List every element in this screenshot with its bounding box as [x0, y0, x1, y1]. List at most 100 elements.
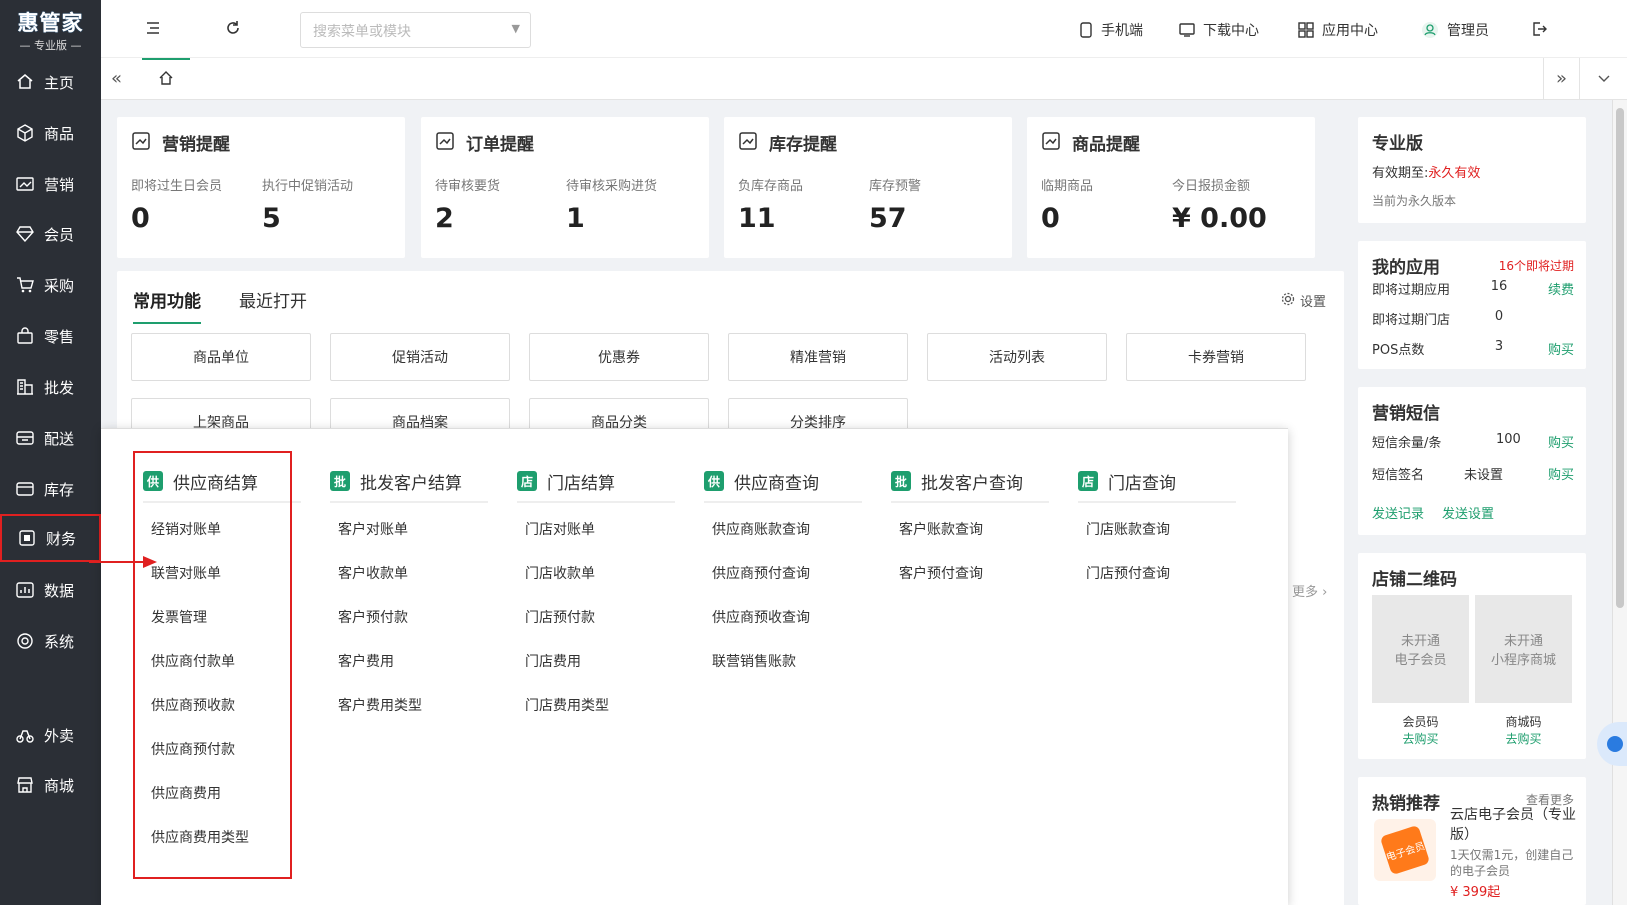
menu-group-icon: 供 [704, 471, 724, 491]
sidebar-item-label: 库存 [44, 480, 75, 499]
apps-label: 应用中心 [1322, 23, 1378, 39]
sms-settings-link[interactable]: 发送设置 [1442, 503, 1494, 522]
stat-value[interactable]: 0 [131, 203, 150, 234]
clipboard-icon [435, 131, 455, 155]
member-code-buy-link[interactable]: 去购买 [1372, 730, 1469, 747]
menu-item[interactable]: 客户费用 [330, 639, 488, 683]
menu-group: 店门店查询 门店账款查询 门店预付查询 [1078, 469, 1236, 595]
stat-value[interactable]: 1 [566, 203, 585, 234]
function-button[interactable]: 卡券营销 [1126, 333, 1306, 381]
sidebar-item-settings[interactable]: 系统 [0, 617, 101, 665]
sidebar-item-diamond[interactable]: 会员 [0, 210, 101, 258]
more-link[interactable]: 更多 › [1292, 581, 1327, 600]
member-code-label: 会员码 [1402, 715, 1439, 729]
stat-label: 待审核采购进货 [566, 179, 658, 194]
menu-item[interactable]: 门店预付款 [517, 595, 675, 639]
download-link[interactable]: 下载中心 [1179, 20, 1259, 40]
menu-item[interactable]: 客户预付查询 [891, 551, 1049, 595]
menu-group: 批批发客户结算 客户对账单 客户收款单 客户预付款 客户费用 客户费用类型 [330, 469, 488, 727]
stat-card: 库存提醒 负库存商品 11 库存预警 57 [724, 117, 1012, 258]
menu-item[interactable]: 门店账款查询 [1078, 507, 1236, 551]
stat-value[interactable]: ¥ 0.00 [1172, 203, 1267, 234]
product-image[interactable]: 电子会员 [1374, 819, 1436, 881]
menu-item[interactable]: 客户预付款 [330, 595, 488, 639]
function-button[interactable]: 精准营销 [728, 333, 908, 381]
sidebar-item-scooter[interactable]: 外卖 [0, 711, 101, 759]
sms-sign-label: 短信签名 [1372, 468, 1425, 483]
menu-item[interactable]: 客户费用类型 [330, 683, 488, 727]
tabs-scroll-left-icon[interactable]: « [111, 68, 122, 89]
menu-item[interactable]: 供应商账款查询 [704, 507, 862, 551]
menu-item[interactable]: 供应商预收查询 [704, 595, 862, 639]
sidebar-item-building[interactable]: 批发 [0, 363, 101, 411]
apps-link[interactable]: 应用中心 [1298, 20, 1378, 40]
finance-mega-menu: 供供应商结算 经销对账单 联营对账单 发票管理 供应商付款单 供应商预收款 供应商预付款 供应… [101, 428, 1288, 905]
menu-item[interactable]: 客户账款查询 [891, 507, 1049, 551]
menu-item[interactable]: 供应商预付查询 [704, 551, 862, 595]
menu-item[interactable]: 客户收款单 [330, 551, 488, 595]
stat-value[interactable]: 57 [869, 203, 907, 234]
sms-sign-value: 未设置 [1464, 468, 1504, 483]
stat-value[interactable]: 5 [262, 203, 281, 234]
sidebar-item-cube[interactable]: 商品 [0, 109, 101, 157]
user-label: 管理员 [1447, 23, 1489, 39]
tab-home[interactable] [142, 58, 190, 99]
sms-sign-buy-link[interactable]: 购买 [1548, 464, 1574, 483]
tabs-scroll-right-icon[interactable]: » [1543, 58, 1579, 99]
function-button[interactable]: 优惠券 [529, 333, 709, 381]
mall-qrcode-placeholder[interactable]: 未开通 小程序商城 [1475, 595, 1572, 703]
sidebar-item-truck[interactable]: 配送 [0, 414, 101, 462]
menu-item[interactable]: 门店收款单 [517, 551, 675, 595]
sidebar-item-chart[interactable]: 营销 [0, 160, 101, 208]
tab-bar: « » [101, 58, 1627, 100]
my-apps-card: 我的应用 16个即将过期 即将过期应用 16 续费 即将过期门店 0 POS点数 3 购买 [1358, 241, 1586, 369]
menu-toggle-icon[interactable] [145, 20, 163, 38]
app-row-action[interactable]: 续费 [1548, 279, 1574, 298]
sms-history-link[interactable]: 发送记录 [1372, 503, 1424, 522]
tab-recently-opened[interactable]: 最近打开 [239, 287, 307, 312]
sidebar-item-bag[interactable]: 零售 [0, 312, 101, 360]
logo[interactable]: 惠管家 — 专业版 — [0, 0, 101, 60]
sidebar-item-store[interactable]: 商城 [0, 761, 101, 809]
member-qrcode-placeholder[interactable]: 未开通 电子会员 [1372, 595, 1469, 703]
tabs-menu-chevron-icon[interactable] [1579, 58, 1627, 99]
sidebar-item-cart[interactable]: 采购 [0, 261, 101, 309]
assistant-bubble-icon[interactable] [1597, 722, 1627, 766]
app-row-value: 16 [1490, 279, 1508, 294]
sidebar-item-data[interactable]: 数据 [0, 566, 101, 614]
app-row-action[interactable]: 购买 [1548, 339, 1574, 358]
function-button[interactable]: 促销活动 [330, 333, 510, 381]
home-icon [16, 73, 34, 91]
stat-value[interactable]: 2 [435, 203, 454, 234]
menu-item[interactable]: 门店费用 [517, 639, 675, 683]
sidebar-item-home[interactable]: 主页 [0, 58, 101, 106]
menu-item[interactable]: 门店对账单 [517, 507, 675, 551]
stat-value[interactable]: 0 [1041, 203, 1060, 234]
menu-group-icon: 店 [1078, 471, 1098, 491]
tab-common-functions[interactable]: 常用功能 [133, 287, 201, 324]
page-scrollbar[interactable] [1612, 100, 1627, 905]
sidebar: 惠管家 — 专业版 — 主页 商品 营销 会员 采购 零售 批发 配送库存财务 数据系统外卖 商城 [0, 0, 101, 905]
product-name[interactable]: 云店电子会员（专业版） [1450, 805, 1578, 845]
menu-item[interactable]: 门店预付查询 [1078, 551, 1236, 595]
settings-link[interactable]: 设置 [1281, 291, 1326, 310]
search-input[interactable]: 搜索菜单或模块 ▼ [300, 12, 531, 48]
diamond-icon [16, 225, 34, 243]
sidebar-item-label: 系统 [44, 632, 75, 651]
sidebar-item-box[interactable]: 库存 [0, 465, 101, 513]
app-row-label: 即将过期门店 [1372, 313, 1451, 328]
mobile-link[interactable]: 手机端 [1079, 20, 1143, 40]
function-button[interactable]: 商品单位 [131, 333, 311, 381]
sms-buy-link[interactable]: 购买 [1548, 432, 1574, 451]
sidebar-item-finance[interactable]: 财务 [0, 514, 101, 562]
menu-item[interactable]: 客户对账单 [330, 507, 488, 551]
function-button[interactable]: 活动列表 [927, 333, 1107, 381]
mall-code-buy-link[interactable]: 去购买 [1475, 730, 1572, 747]
logout-icon[interactable] [1531, 21, 1547, 41]
menu-item[interactable]: 门店费用类型 [517, 683, 675, 727]
scrollbar-thumb[interactable] [1616, 108, 1624, 608]
user-menu[interactable]: 管理员 [1421, 20, 1489, 40]
stat-value[interactable]: 11 [738, 203, 776, 234]
menu-item[interactable]: 联营销售账款 [704, 639, 862, 683]
refresh-icon[interactable] [225, 20, 243, 38]
